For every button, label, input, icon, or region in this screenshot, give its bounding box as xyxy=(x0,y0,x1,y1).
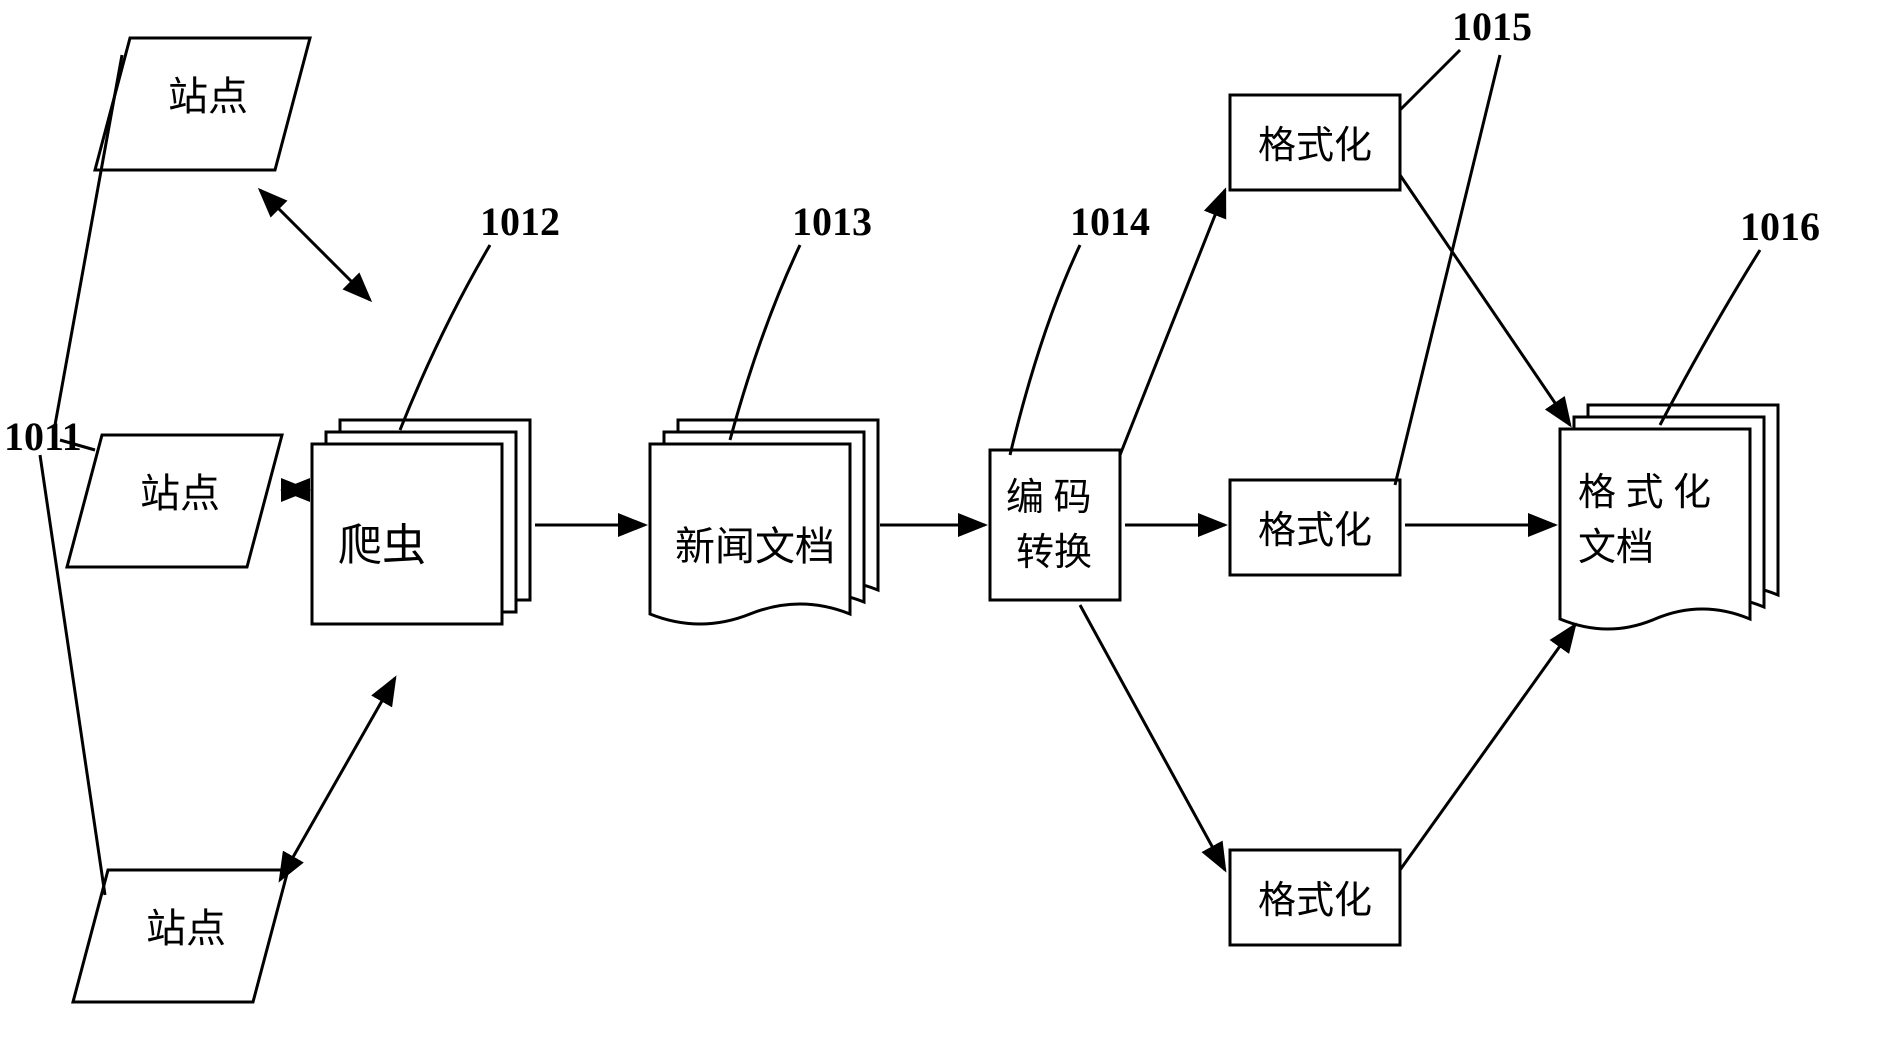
news-docs-label: 新闻文档 xyxy=(675,524,835,569)
formatted-docs-node: 格 式 化 文档 xyxy=(1560,405,1778,629)
leader-1012 xyxy=(400,245,490,430)
ref-1014: 1014 xyxy=(1070,199,1150,244)
ref-1016: 1016 xyxy=(1740,204,1820,249)
site-node-top: 站点 xyxy=(95,38,310,170)
arrow-site-top-crawler xyxy=(260,190,370,300)
crawler-label: 爬虫 xyxy=(338,521,426,570)
format-node-mid: 格式化 xyxy=(1230,480,1400,575)
diagram-canvas: 站点 站点 站点 爬虫 新闻文档 编 码 转换 格式化 格式化 xyxy=(0,0,1878,1042)
ref-1011: 1011 xyxy=(4,414,82,459)
news-docs-node: 新闻文档 xyxy=(650,420,878,624)
formatted-docs-label-1: 格 式 化 xyxy=(1578,472,1711,514)
format-node-bot: 格式化 xyxy=(1230,850,1400,945)
site-node-mid: 站点 xyxy=(67,435,282,567)
site-bot-label: 站点 xyxy=(146,906,226,951)
encode-convert-node: 编 码 转换 xyxy=(990,450,1120,600)
leader-1015-b xyxy=(1395,55,1500,485)
leader-1016 xyxy=(1660,250,1760,425)
encode-convert-label-1: 编 码 xyxy=(1006,477,1092,519)
ref-1015: 1015 xyxy=(1452,4,1532,49)
format-mid-label: 格式化 xyxy=(1258,510,1372,552)
ref-1013: 1013 xyxy=(792,199,872,244)
ref-1012: 1012 xyxy=(480,199,560,244)
arrow-format-bot-docs xyxy=(1400,625,1575,870)
leader-1015-a xyxy=(1400,50,1460,110)
leader-1014 xyxy=(1010,245,1080,455)
leader-1011-bot xyxy=(40,455,105,895)
leader-1011-top xyxy=(55,55,122,425)
site-mid-label: 站点 xyxy=(140,471,220,516)
site-top-label: 站点 xyxy=(168,74,248,119)
format-bot-label: 格式化 xyxy=(1258,880,1372,922)
leader-1013 xyxy=(730,245,800,440)
format-top-label: 格式化 xyxy=(1258,125,1372,167)
crawler-node: 爬虫 xyxy=(312,420,530,624)
arrow-encode-format-bot xyxy=(1080,605,1225,870)
arrow-format-top-docs xyxy=(1400,175,1570,425)
formatted-docs-label-2: 文档 xyxy=(1578,527,1654,569)
arrow-site-bot-crawler xyxy=(280,678,395,880)
format-node-top: 格式化 xyxy=(1230,95,1400,190)
encode-convert-label-2: 转换 xyxy=(1016,532,1092,574)
